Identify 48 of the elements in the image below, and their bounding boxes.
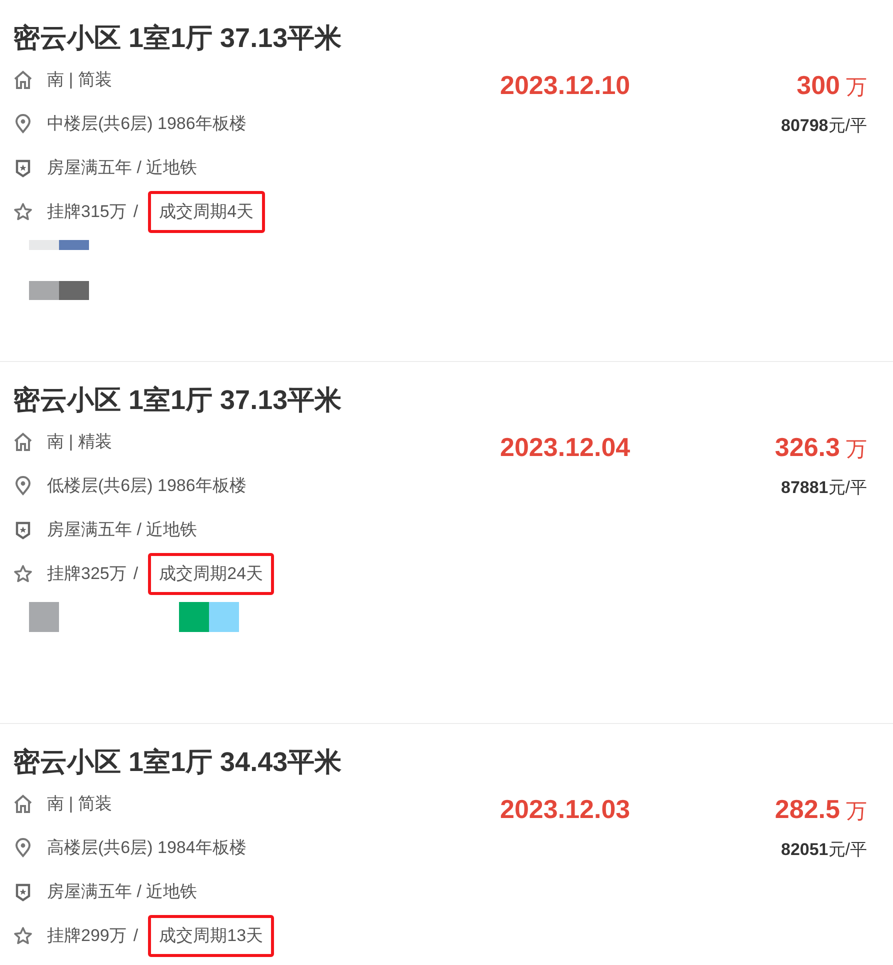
floor-text: 中楼层(共6层) 1986年板楼 (47, 113, 246, 136)
unit-price: 87881 (780, 477, 828, 499)
shield-icon (13, 882, 33, 902)
house-icon (13, 70, 33, 90)
separator-text: / (133, 201, 138, 224)
deal-date: 2023.12.03 (500, 793, 630, 826)
unit-price-suffix: 元/平 (828, 839, 867, 861)
listing-title[interactable]: 密云小区 1室1厅 37.13平米 (13, 18, 342, 58)
highlight-annotation: 成交周期13天 (148, 915, 274, 957)
location-pin-icon (13, 838, 33, 858)
tags-text: 房屋满五年 / 近地铁 (47, 881, 198, 904)
orientation-text: 南 | 精装 (47, 431, 112, 454)
floor-text: 高楼层(共6层) 1984年板楼 (47, 837, 246, 860)
orientation-text: 南 | 简装 (47, 69, 112, 92)
location-pin-icon (13, 114, 33, 134)
price-unit: 万 (846, 437, 867, 463)
deal-price: 282.5 (774, 793, 840, 826)
separator-text: / (133, 563, 138, 586)
deal-date: 2023.12.10 (500, 69, 630, 102)
star-icon (13, 926, 33, 946)
separator-text: / (133, 925, 138, 948)
star-icon (13, 564, 33, 584)
highlight-annotation: 成交周期4天 (148, 191, 265, 233)
price-unit: 万 (846, 75, 867, 101)
tags-text: 房屋满五年 / 近地铁 (47, 157, 198, 180)
highlight-annotation: 成交周期24天 (148, 553, 274, 595)
deal-price: 300 (796, 69, 840, 102)
deal-price: 326.3 (774, 431, 840, 464)
star-icon (13, 202, 33, 222)
location-pin-icon (13, 476, 33, 496)
tags-text: 房屋满五年 / 近地铁 (47, 519, 198, 542)
unit-price: 82051 (780, 839, 828, 861)
price-unit: 万 (846, 799, 867, 825)
listing-price-text: 挂牌315万 (47, 201, 126, 224)
shield-icon (13, 158, 33, 178)
listing-title[interactable]: 密云小区 1室1厅 34.43平米 (13, 742, 342, 782)
unit-price: 80798 (780, 115, 828, 137)
house-icon (13, 432, 33, 452)
deal-date: 2023.12.04 (500, 431, 630, 464)
orientation-text: 南 | 简装 (47, 793, 112, 816)
listing-title[interactable]: 密云小区 1室1厅 37.13平米 (13, 380, 342, 420)
shield-icon (13, 520, 33, 540)
house-icon (13, 794, 33, 814)
listing-price-text: 挂牌299万 (47, 925, 126, 948)
floor-text: 低楼层(共6层) 1986年板楼 (47, 475, 246, 498)
listing-price-text: 挂牌325万 (47, 563, 126, 586)
unit-price-suffix: 元/平 (828, 477, 867, 499)
unit-price-suffix: 元/平 (828, 115, 867, 137)
